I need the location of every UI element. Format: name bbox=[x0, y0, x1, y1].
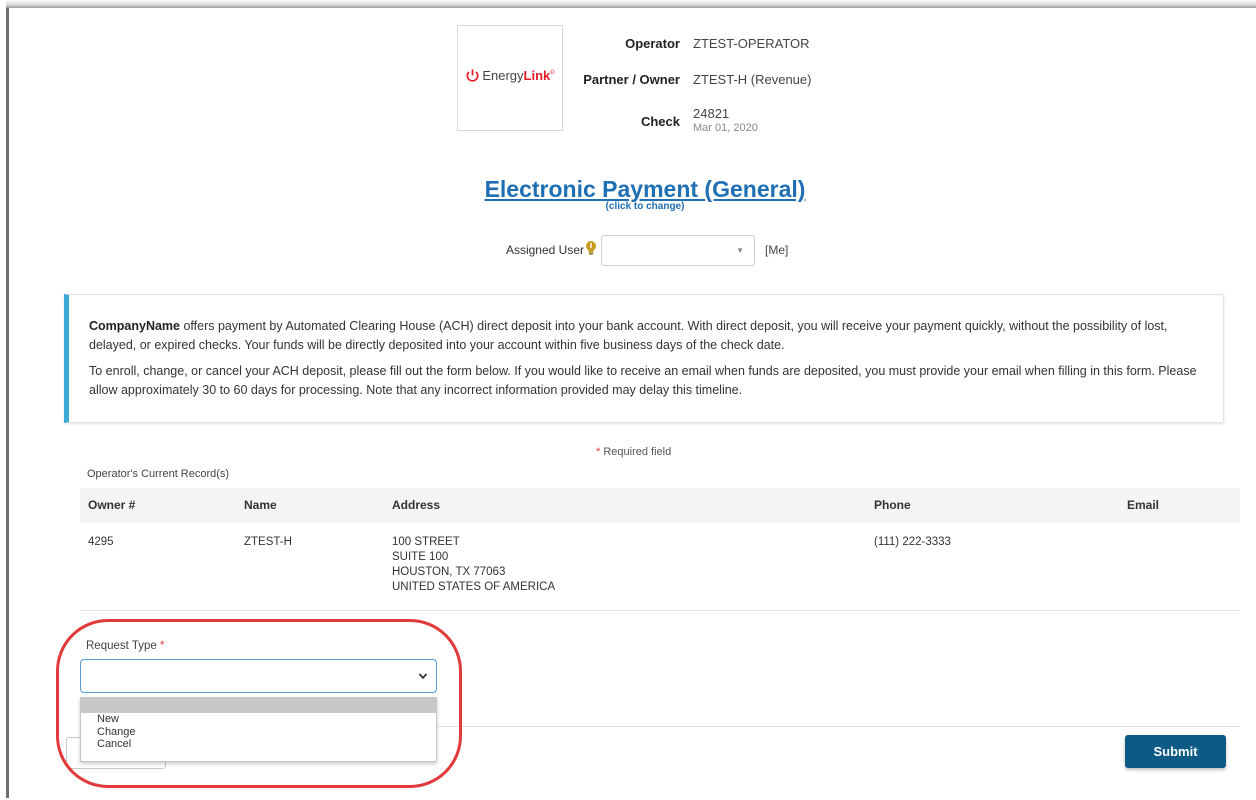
records-table-header: Owner # Name Address Phone Email bbox=[80, 488, 1240, 523]
current-records-label: Operator's Current Record(s) bbox=[87, 468, 230, 480]
dropdown-option-cancel[interactable]: Cancel bbox=[81, 738, 436, 751]
table-row: 4295 ZTEST-H 100 STREET SUITE 100 HOUSTO… bbox=[80, 523, 1240, 611]
address-line-3: HOUSTON, TX 77063 bbox=[392, 566, 506, 578]
request-type-select[interactable] bbox=[80, 659, 437, 693]
submit-button[interactable]: Submit bbox=[1125, 735, 1226, 768]
address-cell: 100 STREET SUITE 100 HOUSTON, TX 77063 U… bbox=[392, 535, 555, 595]
chevron-down-icon bbox=[418, 673, 428, 680]
logo-text-link: Link bbox=[523, 68, 551, 83]
request-type-label: Request Type * bbox=[86, 640, 164, 652]
column-header-address: Address bbox=[392, 498, 441, 512]
required-star: * bbox=[159, 640, 165, 652]
assigned-user-select[interactable]: ▼ bbox=[601, 235, 755, 266]
phone-cell: (111) 222-3333 bbox=[874, 536, 951, 548]
lightbulb-icon[interactable] bbox=[585, 240, 597, 256]
form-divider bbox=[437, 726, 1240, 727]
assign-me-link[interactable]: [Me] bbox=[765, 243, 788, 257]
operator-logo-box: EnergyLink® bbox=[457, 25, 563, 131]
info-paragraph-2: To enroll, change, or cancel your ACH de… bbox=[89, 364, 1197, 397]
energylink-logo: EnergyLink® bbox=[458, 68, 562, 83]
dropdown-option-new[interactable]: New bbox=[81, 713, 436, 726]
operator-label: Operator bbox=[625, 36, 680, 51]
logo-trademark: ® bbox=[550, 70, 555, 77]
column-header-phone: Phone bbox=[874, 498, 911, 512]
check-date: Mar 01, 2020 bbox=[693, 122, 758, 134]
dropdown-option-change[interactable]: Change bbox=[81, 726, 436, 739]
click-to-change-hint[interactable]: (click to change) bbox=[580, 201, 710, 212]
partner-owner-label: Partner / Owner bbox=[583, 72, 680, 87]
owner-number-cell: 4295 bbox=[88, 536, 114, 548]
column-header-email: Email bbox=[1127, 498, 1160, 512]
address-line-2: SUITE 100 bbox=[392, 551, 449, 563]
caret-down-icon: ▼ bbox=[736, 246, 744, 255]
request-type-label-text: Request Type bbox=[86, 640, 157, 652]
power-icon bbox=[466, 69, 479, 82]
address-line-1: 100 STREET bbox=[392, 536, 460, 548]
request-type-dropdown: New Change Cancel bbox=[80, 697, 437, 762]
column-header-name: Name bbox=[244, 498, 277, 512]
info-paragraph-1: CompanyName offers payment by Automated … bbox=[89, 317, 1214, 355]
required-field-note: * Required field bbox=[596, 446, 671, 458]
page-title-link[interactable]: Electronic Payment (General) bbox=[480, 176, 810, 203]
info-paragraph-1-text: offers payment by Automated Clearing Hou… bbox=[89, 319, 1168, 352]
operator-value: ZTEST-OPERATOR bbox=[693, 36, 810, 51]
address-line-4: UNITED STATES OF AMERICA bbox=[392, 581, 556, 593]
assigned-user-label: Assigned User bbox=[505, 243, 584, 257]
company-name: CompanyName bbox=[89, 319, 180, 333]
check-label: Check bbox=[640, 114, 680, 129]
column-header-owner: Owner # bbox=[88, 498, 136, 512]
name-cell: ZTEST-H bbox=[244, 536, 292, 548]
required-field-text: Required field bbox=[600, 446, 672, 458]
partner-owner-value: ZTEST-H (Revenue) bbox=[693, 72, 812, 87]
ach-info-panel: CompanyName offers payment by Automated … bbox=[64, 294, 1224, 423]
window-top-edge bbox=[6, 0, 1256, 8]
check-number: 24821 bbox=[693, 106, 730, 121]
window-left-edge bbox=[6, 8, 9, 798]
dropdown-option-blank[interactable] bbox=[81, 698, 436, 713]
logo-text-energy: Energy bbox=[482, 68, 524, 83]
